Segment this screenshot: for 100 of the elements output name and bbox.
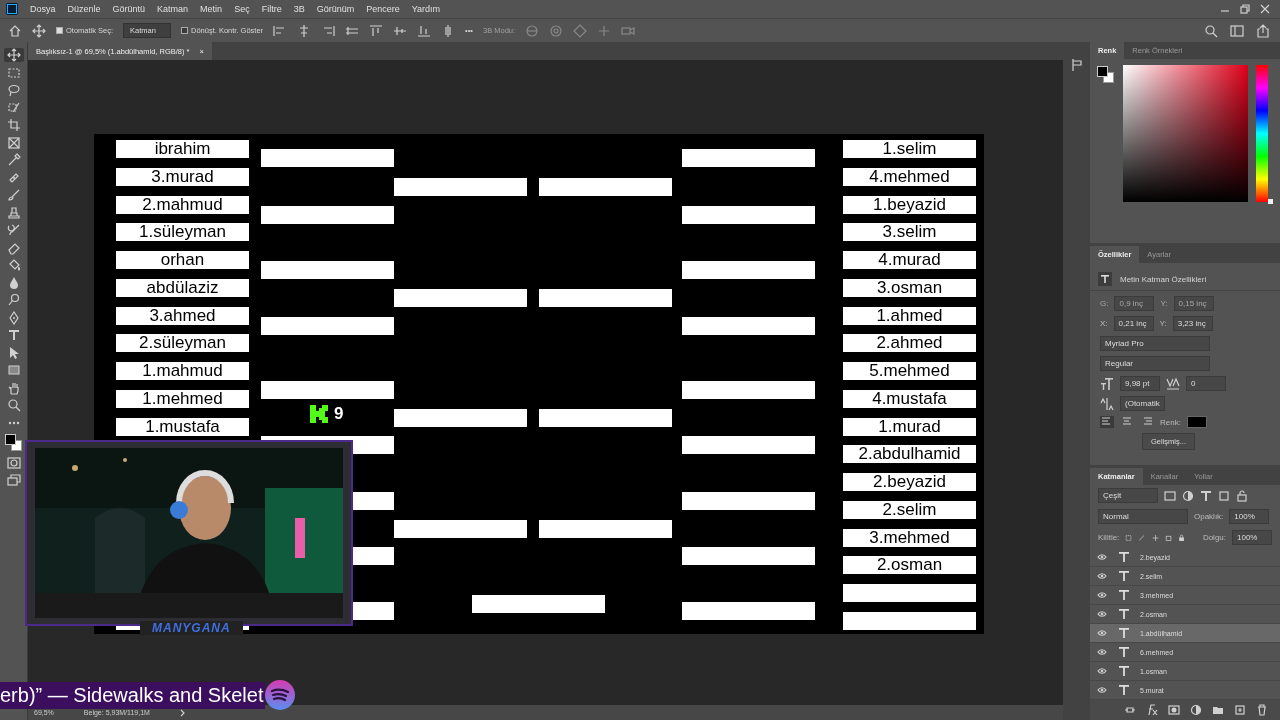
eye-icon[interactable] [1097, 667, 1107, 675]
field-label: G: [1100, 299, 1109, 308]
filter-dropdown[interactable]: Çeşit [1098, 488, 1158, 503]
menu-item[interactable]: Katman [157, 4, 189, 14]
input-field[interactable]: 0,21 inç [1113, 316, 1154, 331]
quick-mask-icon[interactable] [6, 455, 21, 470]
bracket-entry: 3.osman [843, 279, 976, 297]
hand-icon [6, 380, 21, 395]
history-panel-icon[interactable] [1069, 58, 1084, 72]
color-swatches-icon[interactable] [4, 433, 23, 452]
bracket-entry: 5.mehmed [843, 362, 976, 380]
field-label: Dolgu: [1202, 533, 1226, 542]
align-button[interactable] [1100, 416, 1114, 428]
stamp-icon [6, 205, 21, 220]
color-field[interactable] [1123, 65, 1248, 202]
eye-icon[interactable] [1097, 553, 1107, 561]
type-filter-icon[interactable] [1200, 489, 1212, 502]
eye-icon[interactable] [1097, 610, 1107, 618]
text-layer-icon [1118, 627, 1130, 639]
shape-filter-icon[interactable] [1218, 489, 1230, 502]
menu-item[interactable]: Yardım [411, 4, 441, 14]
history-brush-icon [6, 223, 21, 237]
bracket-entry: 1.murad [843, 418, 976, 436]
bracket-entry: 2.ahmed [843, 334, 976, 352]
menu-item[interactable]: Görüntü [112, 4, 146, 14]
distribute-icon[interactable] [417, 23, 432, 38]
adjustment-icon[interactable] [1190, 704, 1202, 716]
leading-field[interactable]: (Otomatik [1120, 396, 1165, 411]
move-icon[interactable] [32, 23, 46, 38]
share-icon[interactable] [1256, 23, 1270, 38]
eye-icon[interactable] [1097, 572, 1107, 580]
text-layer-icon [1118, 646, 1130, 658]
menu-item[interactable]: Filtre [261, 4, 282, 14]
eye-icon[interactable] [1097, 686, 1107, 694]
smart-object-filter-icon[interactable] [1236, 489, 1248, 502]
image-filter-icon[interactable] [1164, 489, 1176, 502]
bracket-entry: ibrahim [116, 140, 249, 158]
field-label: Y: [1159, 319, 1167, 328]
rectangle-icon [6, 363, 21, 377]
field-label: Kilitle: [1098, 533, 1120, 542]
menu-item[interactable]: Seç [234, 4, 250, 14]
logo-icon [310, 405, 328, 423]
bracket-entry: abdülaziz [116, 279, 249, 297]
menu-item[interactable]: Pencere [366, 4, 400, 14]
menu-item[interactable]: Dosya [30, 4, 56, 14]
menu-item[interactable]: Metin [200, 4, 223, 14]
align-lines-icon [1121, 417, 1133, 427]
font-size-icon [1100, 376, 1114, 391]
blend-mode-dropdown[interactable]: Normal [1098, 509, 1188, 524]
menu-item[interactable]: Düzenle [67, 4, 101, 14]
font-style-dropdown[interactable]: Regular [1100, 356, 1210, 371]
close-icon[interactable] [1260, 4, 1270, 14]
bracket-entry: 4.mustafa [843, 390, 976, 408]
opacity-field[interactable]: 100% [1229, 509, 1270, 524]
screen-mode-icon[interactable] [6, 473, 21, 487]
align-button[interactable] [1120, 416, 1134, 428]
home-icon[interactable] [8, 23, 22, 38]
type-tool-icon [6, 328, 21, 342]
text-layer-icon [1098, 272, 1112, 286]
hue-slider-thumb[interactable] [1268, 199, 1273, 204]
trash-icon[interactable] [1256, 704, 1268, 716]
move-icon [6, 48, 21, 62]
color-swatch[interactable] [1186, 416, 1207, 428]
menu-item[interactable]: 3B [293, 4, 305, 14]
bracket-entry: 1.beyazid [843, 196, 976, 214]
text-layer-icon [1118, 665, 1130, 677]
bracket-entry: 3.ahmed [116, 307, 249, 325]
effects-icon[interactable] [1146, 704, 1158, 716]
menu-item[interactable]: Görünüm [316, 4, 355, 14]
mask-icon[interactable] [1168, 704, 1180, 716]
bracket-entry: orhan [116, 251, 249, 269]
adjustment-filter-icon[interactable] [1182, 489, 1194, 502]
rectangle-select-icon [6, 65, 21, 80]
brush-select-icon [6, 100, 21, 115]
eye-icon[interactable] [1097, 629, 1107, 637]
lock-icon[interactable] [1177, 531, 1185, 544]
bracket-entry: 3.selim [843, 223, 976, 241]
color-swatches-icon[interactable] [1096, 65, 1115, 84]
search-icon[interactable] [1204, 23, 1218, 38]
restore-icon[interactable] [1240, 4, 1250, 14]
tracking-icon [1166, 376, 1180, 391]
folder-icon[interactable] [1212, 704, 1224, 716]
link-icon[interactable] [1124, 704, 1136, 716]
tracking-field[interactable]: 0 [1186, 376, 1226, 391]
eye-icon[interactable] [1097, 648, 1107, 656]
text-layer-icon [1118, 570, 1130, 582]
text-layer-icon [1118, 684, 1130, 696]
app-logo-icon [6, 3, 18, 15]
bracket-entry: 1.ahmed [843, 307, 976, 325]
bracket-entry: 3.mehmed [843, 529, 976, 547]
distribute-icon[interactable] [369, 23, 384, 38]
fill-field[interactable]: 100% [1232, 530, 1272, 545]
eye-icon[interactable] [1097, 591, 1107, 599]
tool-button[interactable] [3, 48, 24, 62]
font-family-dropdown[interactable]: Myriad Pro [1100, 336, 1210, 351]
input-field[interactable]: 3,23 inç [1172, 316, 1213, 331]
font-size-field[interactable]: 9,98 pt [1120, 376, 1160, 391]
align-icon[interactable] [321, 23, 336, 38]
new-layer-icon[interactable] [1234, 704, 1246, 716]
workspace-icon[interactable] [1230, 23, 1244, 38]
